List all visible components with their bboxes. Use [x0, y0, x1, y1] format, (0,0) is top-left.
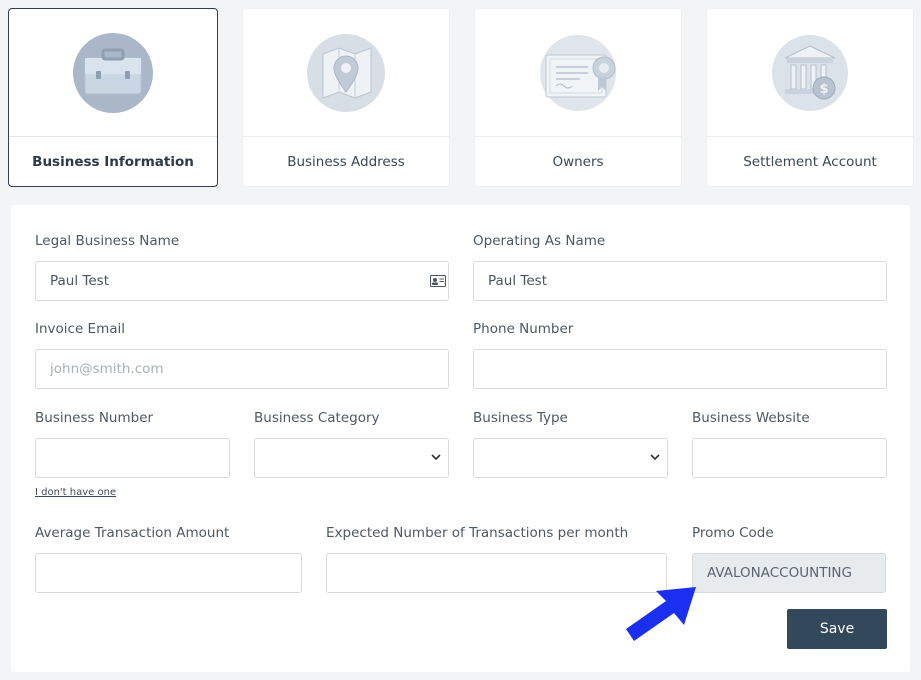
- business-number-input[interactable]: [35, 438, 230, 478]
- legal-name-input[interactable]: Paul Test: [35, 261, 449, 301]
- svg-text:$: $: [819, 82, 828, 97]
- promo-code-value: AVALONACCOUNTING: [707, 565, 852, 581]
- business-category-select[interactable]: [254, 438, 449, 478]
- business-info-form: Legal Business Name Paul Test Operating …: [11, 205, 910, 672]
- tab-label: Business Address: [287, 154, 405, 170]
- chevron-down-icon: [650, 454, 660, 461]
- avg-transaction-label: Average Transaction Amount: [35, 525, 230, 541]
- chevron-down-icon: [431, 454, 441, 461]
- bank-icon: $: [772, 34, 848, 111]
- phone-number-input[interactable]: [473, 349, 887, 389]
- operating-name-value: Paul Test: [488, 273, 547, 289]
- business-category-label: Business Category: [254, 410, 380, 426]
- expected-transactions-label: Expected Number of Transactions per mont…: [326, 525, 629, 541]
- promo-code-label: Promo Code: [692, 525, 774, 541]
- tab-label: Settlement Account: [743, 154, 877, 170]
- tab-business-information[interactable]: Business Information: [8, 8, 218, 187]
- no-business-number-link[interactable]: I don't have one: [35, 487, 116, 498]
- business-number-label: Business Number: [35, 410, 154, 426]
- expected-transactions-input[interactable]: [326, 553, 667, 593]
- business-website-label: Business Website: [692, 410, 810, 426]
- invoice-email-label: Invoice Email: [35, 321, 126, 337]
- step-tabs: Business Information Business Address Ow…: [8, 8, 914, 187]
- tab-label: Business Information: [32, 154, 194, 170]
- phone-number-label: Phone Number: [473, 321, 574, 337]
- tab-icon-area: [475, 9, 681, 137]
- tab-icon-area: [243, 9, 449, 137]
- briefcase-icon: [73, 32, 153, 113]
- operating-name-input[interactable]: Paul Test: [473, 261, 887, 301]
- business-type-select[interactable]: [473, 438, 668, 478]
- tab-owners[interactable]: Owners: [474, 8, 682, 187]
- arrow-annotation-icon: [626, 587, 696, 641]
- map-pin-icon: [307, 33, 385, 112]
- legal-name-label: Legal Business Name: [35, 233, 180, 249]
- operating-name-label: Operating As Name: [473, 233, 606, 249]
- invoice-email-input[interactable]: john@smith.com: [35, 349, 449, 389]
- legal-name-value: Paul Test: [50, 273, 109, 289]
- save-button[interactable]: Save: [787, 609, 887, 649]
- promo-code-input[interactable]: AVALONACCOUNTING: [692, 553, 886, 593]
- tab-label: Owners: [552, 154, 604, 170]
- tab-icon-area: $: [707, 9, 913, 137]
- avg-transaction-input[interactable]: [35, 553, 302, 593]
- tab-settlement-account[interactable]: $ Settlement Account: [706, 8, 914, 187]
- business-website-input[interactable]: [692, 438, 887, 478]
- contact-card-icon[interactable]: [430, 275, 446, 287]
- certificate-icon: [540, 34, 616, 111]
- tab-business-address[interactable]: Business Address: [242, 8, 450, 187]
- tab-icon-area: [9, 9, 217, 137]
- invoice-email-placeholder: john@smith.com: [50, 361, 164, 377]
- business-type-label: Business Type: [473, 410, 568, 426]
